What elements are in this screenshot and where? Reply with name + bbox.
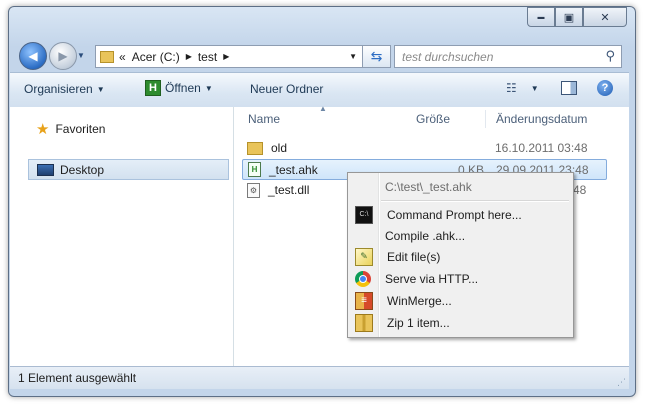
file-name: _test.ahk xyxy=(269,162,318,177)
menu-item-label: Compile .ahk... xyxy=(385,228,466,243)
menu-header: C:\test\_test.ahk xyxy=(350,176,569,197)
menu-separator xyxy=(381,200,569,202)
nav-item-favorites[interactable]: ★ Favoriten xyxy=(36,120,105,138)
file-name: _test.dll xyxy=(268,183,310,197)
close-button[interactable]: ✕ xyxy=(583,7,627,27)
search-box[interactable]: test durchsuchen ⚲ xyxy=(394,45,622,68)
resize-grip-icon[interactable]: ⋰ xyxy=(617,377,626,388)
chrome-icon xyxy=(355,270,371,287)
menu-header-path: C:\test\_test.ahk xyxy=(385,179,472,194)
menu-item-label: WinMerge... xyxy=(387,293,452,308)
caption-buttons: ▬ ▣ ✕ xyxy=(527,7,627,27)
refresh-icon: ⇆ xyxy=(370,48,383,64)
view-list-icon: ☷ xyxy=(506,81,517,95)
arrow-left-icon: ◀ xyxy=(28,49,38,63)
file-name: old xyxy=(271,141,288,155)
menu-item-label: Command Prompt here... xyxy=(387,207,522,222)
help-icon: ? xyxy=(597,80,613,96)
maximize-button[interactable]: ▣ xyxy=(555,7,583,27)
column-header-date[interactable]: Änderungsdatum xyxy=(496,112,587,126)
dll-file-icon: ⚙ xyxy=(247,182,260,198)
winmerge-icon: ≡ xyxy=(355,291,373,310)
context-menu: C:\test\_test.ahk C:\ Command Prompt her… xyxy=(347,172,574,338)
breadcrumb-separator-icon[interactable]: ▶ xyxy=(186,52,192,61)
menu-item-compile[interactable]: Compile .ahk... xyxy=(350,225,569,246)
navigation-pane: ★ Favoriten Desktop xyxy=(10,107,234,366)
open-label: Öffnen xyxy=(165,81,201,95)
menu-item-label: Serve via HTTP... xyxy=(385,271,479,286)
menu-item-edit-files[interactable]: ✎ Edit file(s) xyxy=(350,246,569,267)
nav-item-desktop[interactable]: Desktop xyxy=(28,159,229,180)
arrow-right-icon: ▶ xyxy=(58,49,68,63)
organize-button[interactable]: Organisieren ▼ xyxy=(24,82,105,96)
breadcrumb-drive[interactable]: Acer (C:) xyxy=(132,50,180,64)
close-icon: ✕ xyxy=(600,11,610,24)
forward-button[interactable]: ▶ xyxy=(49,42,77,70)
edit-icon: ✎ xyxy=(355,247,373,266)
command-bar: Organisieren ▼ H Öffnen ▼ Neuer Ordner ☷… xyxy=(10,72,629,108)
address-bar[interactable]: « Acer (C:) ▶ test ▶ ▼ xyxy=(95,45,363,68)
command-prompt-icon: C:\ xyxy=(355,205,373,224)
status-bar: 1 Element ausgewählt ⋰ xyxy=(10,366,629,389)
desktop-icon xyxy=(37,163,54,176)
preview-pane-icon xyxy=(561,81,577,95)
zip-icon xyxy=(355,313,373,332)
ahk-app-icon: H xyxy=(145,80,161,96)
column-header-size[interactable]: Größe xyxy=(416,112,450,126)
folder-icon xyxy=(247,141,263,155)
address-dropdown-icon[interactable]: ▼ xyxy=(349,52,357,61)
chevron-down-icon: ▼ xyxy=(77,51,85,60)
status-text: 1 Element ausgewählt xyxy=(18,371,137,385)
recent-pages-dropdown[interactable]: ▼ xyxy=(77,51,85,60)
file-date: 48 xyxy=(573,183,587,197)
menu-item-label: Zip 1 item... xyxy=(387,315,450,330)
organize-label: Organisieren xyxy=(24,82,93,96)
sort-indicator-icon: ▲ xyxy=(319,104,327,113)
menu-item-command-prompt[interactable]: C:\ Command Prompt here... xyxy=(350,204,569,225)
maximize-icon: ▣ xyxy=(563,11,575,24)
chevron-down-icon: ▼ xyxy=(204,83,213,93)
nav-item-label: Favoriten xyxy=(55,122,106,136)
address-overflow[interactable]: « xyxy=(119,50,126,64)
breadcrumb-test[interactable]: test xyxy=(198,50,217,64)
menu-item-serve-http[interactable]: Serve via HTTP... xyxy=(350,268,569,289)
search-icon[interactable]: ⚲ xyxy=(605,48,615,64)
breadcrumb-separator-icon[interactable]: ▶ xyxy=(223,52,229,61)
folder-icon xyxy=(100,50,114,63)
star-icon: ★ xyxy=(36,121,50,138)
column-header-name[interactable]: Name xyxy=(248,112,280,126)
view-options-button[interactable]: ☷ ▼ xyxy=(506,81,539,95)
ahk-file-icon: H xyxy=(248,162,261,177)
nav-item-label: Desktop xyxy=(60,162,105,177)
file-date: 16.10.2011 03:48 xyxy=(495,141,588,155)
chevron-down-icon: ▼ xyxy=(96,84,105,94)
refresh-button[interactable]: ⇆ xyxy=(362,45,391,68)
chrome-center-icon xyxy=(359,274,367,283)
search-input[interactable]: test durchsuchen xyxy=(402,50,493,64)
column-divider[interactable] xyxy=(485,110,486,128)
minimize-button[interactable]: ▬ xyxy=(527,7,555,27)
help-button[interactable]: ? xyxy=(597,80,613,96)
menu-header-spacer xyxy=(355,179,371,195)
menu-item-zip[interactable]: Zip 1 item... xyxy=(350,312,569,333)
file-row-old[interactable]: old 16.10.2011 03:48 xyxy=(242,138,602,158)
chevron-down-icon: ▼ xyxy=(530,83,539,93)
minimize-icon: ▬ xyxy=(537,13,545,21)
preview-pane-button[interactable] xyxy=(561,81,577,95)
back-button[interactable]: ◀ xyxy=(19,42,47,70)
menu-item-label: Edit file(s) xyxy=(387,249,441,264)
compile-icon xyxy=(355,228,371,244)
new-folder-label: Neuer Ordner xyxy=(250,82,324,96)
menu-item-winmerge[interactable]: ≡ WinMerge... xyxy=(350,290,569,311)
new-folder-button[interactable]: Neuer Ordner xyxy=(250,82,323,96)
open-button[interactable]: H Öffnen ▼ xyxy=(145,80,213,96)
